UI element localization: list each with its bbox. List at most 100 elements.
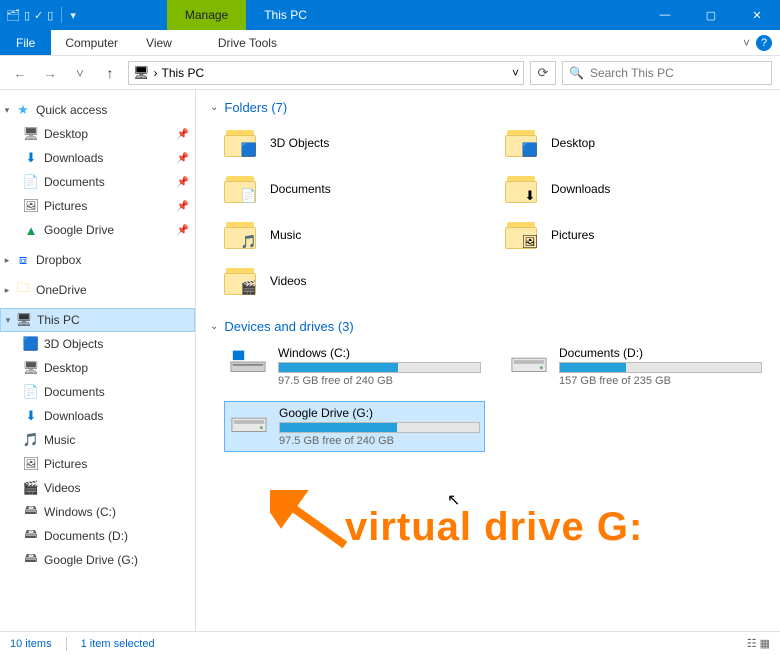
sidebar-item-label: Windows (C:)	[40, 505, 189, 519]
sidebar-item-label: Videos	[40, 481, 189, 495]
breadcrumb-chevron-icon[interactable]: ›	[154, 66, 158, 80]
pin-icon: 📌	[177, 177, 189, 188]
sidebar-item-label: Documents	[40, 385, 189, 399]
sidebar-item-label: 3D Objects	[40, 337, 189, 351]
ribbon-tabs: File Computer View Drive Tools ˅ ?	[0, 30, 780, 56]
folder-label: Desktop	[551, 136, 595, 150]
sidebar-item[interactable]: 🖥 Desktop 📌	[0, 122, 195, 146]
folder-item[interactable]: 🖼 Pictures	[505, 215, 766, 255]
pc-icon: 🖥	[15, 312, 33, 328]
item-icon: ⬇	[22, 408, 40, 424]
drive-usage-bar	[559, 362, 762, 373]
sidebar-item-dropbox[interactable]: ▸ ⧈ Dropbox	[0, 248, 195, 272]
sidebar-item[interactable]: 📄 Documents	[0, 380, 195, 404]
file-tab[interactable]: File	[0, 30, 51, 55]
details-view-icon[interactable]: ☷	[747, 637, 757, 650]
sidebar-item-this-pc[interactable]: ▾ 🖥 This PC	[0, 308, 195, 332]
address-bar[interactable]: 🖥 › This PC ˅	[128, 61, 524, 85]
drive-item[interactable]: Documents (D:) 157 GB free of 235 GB	[505, 342, 766, 391]
help-icon[interactable]: ?	[756, 35, 772, 51]
sidebar-item[interactable]: 🖥 Desktop	[0, 356, 195, 380]
sidebar-item[interactable]: 🖼 Pictures	[0, 452, 195, 476]
explorer-icon: 🗂	[6, 9, 20, 22]
qat-item[interactable]: ▯	[24, 9, 30, 22]
sidebar-item-label: Pictures	[40, 199, 177, 213]
drive-info: Windows (C:) 97.5 GB free of 240 GB	[278, 346, 481, 387]
drive-free-text: 97.5 GB free of 240 GB	[278, 375, 481, 387]
item-icon: ⬇	[22, 150, 40, 166]
forward-button[interactable]: →	[38, 61, 62, 85]
item-icon: 🟦	[22, 336, 40, 352]
folder-item[interactable]: 🎬 Videos	[224, 261, 485, 301]
drive-grid: Windows (C:) 97.5 GB free of 240 GB Docu…	[210, 342, 766, 452]
folder-item[interactable]: ⬇ Downloads	[505, 169, 766, 209]
pin-icon: 📌	[177, 153, 189, 164]
back-button[interactable]: ←	[8, 61, 32, 85]
ribbon-tab-drive-tools[interactable]: Drive Tools	[204, 30, 291, 55]
group-header-drives[interactable]: ⌄ Devices and drives (3)	[210, 319, 766, 334]
qat-item[interactable]: ✓	[34, 9, 43, 22]
folder-item[interactable]: 📄 Documents	[224, 169, 485, 209]
sidebar-item-label: Music	[40, 433, 189, 447]
recent-dropdown-icon[interactable]: ˅	[68, 61, 92, 85]
sidebar-item[interactable]: ⬇ Downloads 📌	[0, 146, 195, 170]
folder-label: Documents	[270, 182, 331, 196]
pin-icon: 📌	[177, 225, 189, 236]
sidebar-item[interactable]: 🖴 Documents (D:)	[0, 524, 195, 548]
drive-name: Windows (C:)	[278, 346, 481, 360]
expand-icon[interactable]: ▸	[0, 255, 14, 266]
expand-icon[interactable]: ▾	[1, 315, 15, 326]
sidebar-item[interactable]: 🎵 Music	[0, 428, 195, 452]
sidebar-item-onedrive[interactable]: ▸ 🗀 OneDrive	[0, 278, 195, 302]
item-icon: 🖥	[22, 126, 40, 142]
drive-item[interactable]: Windows (C:) 97.5 GB free of 240 GB	[224, 342, 485, 391]
sidebar-item[interactable]: 🎬 Videos	[0, 476, 195, 500]
drive-free-text: 157 GB free of 235 GB	[559, 375, 762, 387]
icons-view-icon[interactable]: ▦	[760, 637, 770, 650]
sidebar-item[interactable]: 🖼 Pictures 📌	[0, 194, 195, 218]
ribbon-tab-view[interactable]: View	[132, 30, 186, 55]
group-header-folders[interactable]: ⌄ Folders (7)	[210, 100, 766, 115]
item-icon: 🖼	[22, 198, 40, 214]
ribbon-tab-computer[interactable]: Computer	[51, 30, 132, 55]
search-input[interactable]: 🔍 Search This PC	[562, 61, 772, 85]
close-button[interactable]: ✕	[734, 0, 780, 30]
folder-item[interactable]: 🎵 Music	[224, 215, 485, 255]
sidebar-item[interactable]: ⬇ Downloads	[0, 404, 195, 428]
folder-grid: 🟦 3D Objects 🟦 Desktop 📄 Documents ⬇ Dow…	[210, 123, 766, 301]
folder-icon: 📄	[224, 173, 260, 205]
qat-dropdown-icon[interactable]: ▾	[70, 9, 76, 22]
sidebar-item-quick-access[interactable]: ▾ ★ Quick access	[0, 98, 195, 122]
sidebar-item-label: Google Drive	[40, 223, 177, 237]
sidebar-item[interactable]: 🖴 Windows (C:)	[0, 500, 195, 524]
sidebar-item[interactable]: 🟦 3D Objects	[0, 332, 195, 356]
drive-usage-bar	[278, 362, 481, 373]
sidebar-item[interactable]: 📄 Documents 📌	[0, 170, 195, 194]
expand-icon[interactable]: ▾	[0, 105, 14, 116]
contextual-tab-manage[interactable]: Manage	[167, 0, 246, 30]
item-icon: 🎬	[22, 480, 40, 496]
drive-item[interactable]: Google Drive (G:) 97.5 GB free of 240 GB	[224, 401, 485, 452]
folder-label: Music	[270, 228, 301, 242]
maximize-button[interactable]: ▢	[688, 0, 734, 30]
breadcrumb[interactable]: This PC	[162, 66, 205, 80]
qat-item[interactable]: ▯	[47, 9, 53, 22]
address-dropdown-icon[interactable]: ˅	[512, 66, 519, 80]
folder-label: Videos	[270, 274, 306, 288]
drive-icon	[228, 346, 268, 378]
folder-item[interactable]: 🟦 Desktop	[505, 123, 766, 163]
status-selected-count: 1 item selected	[81, 638, 155, 650]
sidebar-item[interactable]: 🖴 Google Drive (G:)	[0, 548, 195, 572]
up-button[interactable]: ↑	[98, 61, 122, 85]
navigation-pane: ▾ ★ Quick access 🖥 Desktop 📌⬇ Downloads …	[0, 90, 196, 631]
minimize-button[interactable]: —	[642, 0, 688, 30]
drive-usage-bar	[279, 422, 480, 433]
refresh-button[interactable]: ⟳	[530, 61, 556, 85]
folder-item[interactable]: 🟦 3D Objects	[224, 123, 485, 163]
expand-icon[interactable]: ▸	[0, 285, 14, 296]
sidebar-item[interactable]: ▲ Google Drive 📌	[0, 218, 195, 242]
ribbon-expand-icon[interactable]: ˅	[743, 36, 750, 50]
folder-label: Pictures	[551, 228, 594, 242]
sidebar-item-label: Desktop	[40, 127, 177, 141]
folder-label: 3D Objects	[270, 136, 329, 150]
